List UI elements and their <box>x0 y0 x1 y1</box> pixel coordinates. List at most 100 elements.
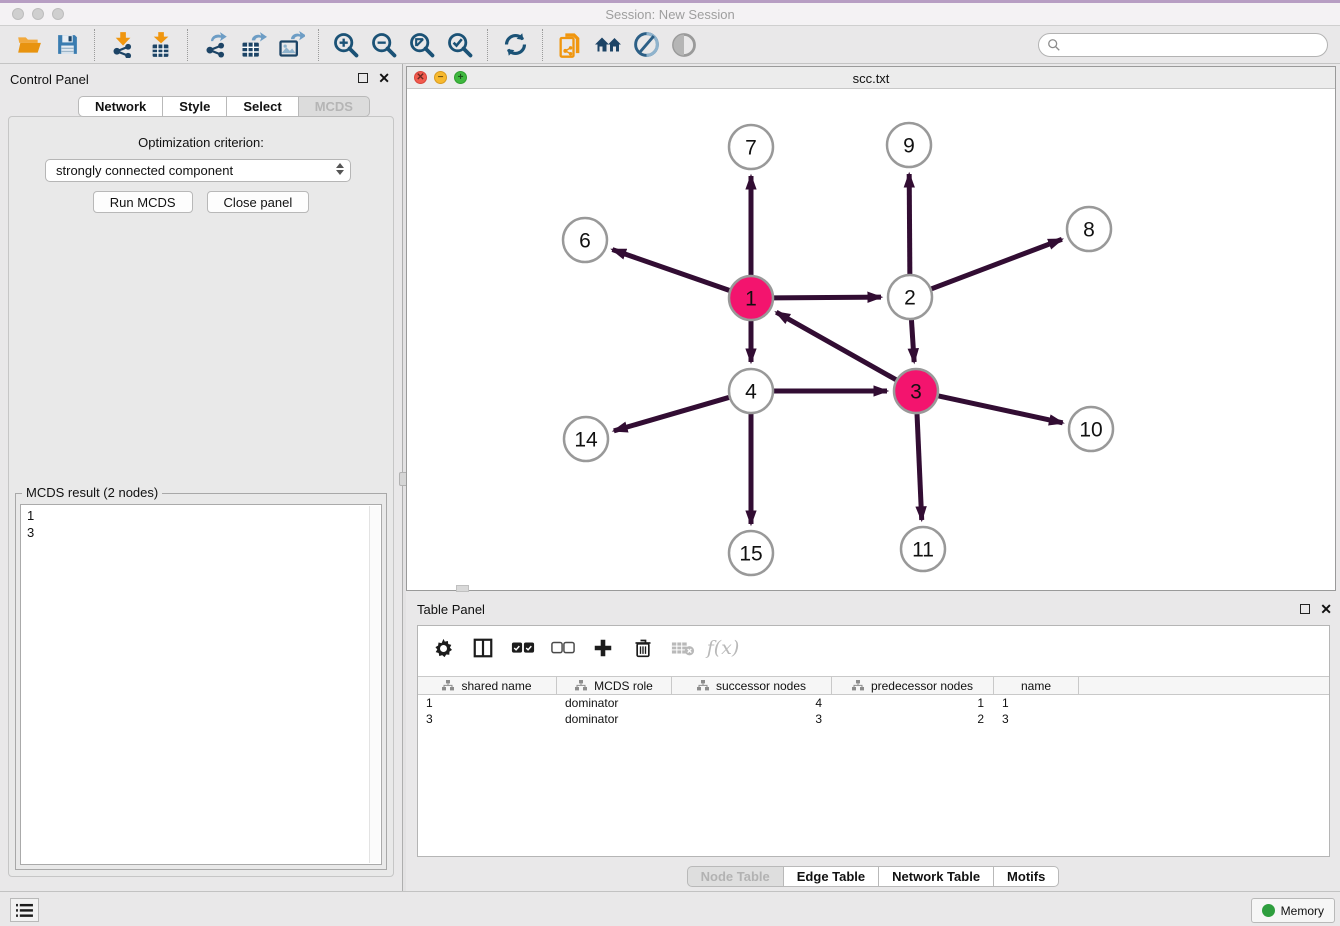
show-panel-button[interactable] <box>669 30 699 60</box>
toolbar-separator <box>542 29 543 61</box>
delete-column-button[interactable] <box>630 635 656 661</box>
close-panel-icon[interactable]: ✕ <box>378 71 390 85</box>
open-session-button[interactable] <box>14 30 44 60</box>
search-box[interactable] <box>1038 33 1328 57</box>
toolbar-separator <box>487 29 488 61</box>
hide-panel-button[interactable] <box>631 30 661 60</box>
table-panel-tabs: Node TableEdge TableNetwork TableMotifs <box>406 866 1340 887</box>
cell-predecessor-nodes[interactable]: 1 <box>832 695 994 711</box>
table-row[interactable]: 1dominator411 <box>418 695 1329 711</box>
edge-3-11[interactable] <box>917 414 922 520</box>
network-canvas[interactable]: 7968124314101511 <box>407 89 1335 590</box>
edge-2-8[interactable] <box>932 239 1062 289</box>
save-session-button[interactable] <box>52 30 82 60</box>
control-panel: Control Panel ✕ NetworkStyleSelectMCDS O… <box>0 64 402 891</box>
column-header-shared-name[interactable]: shared name <box>418 677 557 694</box>
table-toolbar: f(x) <box>418 626 1329 670</box>
table-settings-button[interactable] <box>430 635 456 661</box>
node-label-7: 7 <box>745 137 757 160</box>
export-network-icon <box>202 31 229 58</box>
edge-1-6[interactable] <box>612 250 729 291</box>
float-table-panel-icon[interactable] <box>1300 604 1310 614</box>
network-graph[interactable]: 7968124314101511 <box>407 89 1335 590</box>
add-column-button[interactable] <box>590 635 616 661</box>
cell-name[interactable]: 1 <box>994 695 1079 711</box>
node-label-6: 6 <box>579 230 591 253</box>
network-window-titlebar[interactable]: ✕ − + scc.txt <box>407 67 1335 89</box>
import-network-icon <box>109 31 136 58</box>
edge-4-14[interactable] <box>614 397 729 430</box>
cell-successor-nodes[interactable]: 3 <box>672 711 832 727</box>
tab-network[interactable]: Network <box>78 96 162 117</box>
optimization-criterion-select[interactable]: strongly connected component <box>45 159 351 182</box>
column-header-predecessor-nodes[interactable]: predecessor nodes <box>832 677 994 694</box>
edge-3-1[interactable] <box>776 312 896 379</box>
memory-button[interactable]: Memory <box>1251 898 1335 923</box>
tab-mcds[interactable]: MCDS <box>298 96 370 117</box>
zoom-selected-button[interactable] <box>445 30 475 60</box>
column-header-mcds-role[interactable]: MCDS role <box>557 677 672 694</box>
result-line: 3 <box>27 524 375 541</box>
horizontal-splitter-grip[interactable] <box>456 585 469 592</box>
export-network-button[interactable] <box>200 30 230 60</box>
delete-table-button[interactable] <box>670 635 696 661</box>
cell-successor-nodes[interactable]: 4 <box>672 695 832 711</box>
tab-edge-table[interactable]: Edge Table <box>783 866 878 887</box>
float-panel-icon[interactable] <box>358 73 368 83</box>
main-area: Control Panel ✕ NetworkStyleSelectMCDS O… <box>0 64 1340 891</box>
zoom-fit-button[interactable] <box>407 30 437 60</box>
zoom-fit-icon <box>408 31 436 59</box>
split-columns-button[interactable] <box>470 635 496 661</box>
column-header-successor-nodes[interactable]: successor nodes <box>672 677 832 694</box>
edge-2-9[interactable] <box>909 174 910 274</box>
column-header-label: name <box>1021 679 1051 693</box>
function-builder-button[interactable]: f(x) <box>710 635 736 661</box>
tab-select[interactable]: Select <box>226 96 297 117</box>
run-mcds-button[interactable]: Run MCDS <box>93 191 193 213</box>
export-table-button[interactable] <box>238 30 268 60</box>
export-image-button[interactable] <box>276 30 306 60</box>
checked-boxes-icon <box>511 636 535 660</box>
apply-layout-button[interactable] <box>500 30 530 60</box>
control-panel-title: Control Panel <box>10 72 89 87</box>
select-stepper-icon <box>336 163 344 175</box>
table-body: 1dominator4113dominator323 <box>418 695 1329 727</box>
table-row[interactable]: 3dominator323 <box>418 711 1329 727</box>
close-panel-button[interactable]: Close panel <box>207 191 310 213</box>
mcds-result-textarea[interactable]: 13 <box>20 504 382 865</box>
select-all-columns-button[interactable] <box>510 635 536 661</box>
tab-node-table[interactable]: Node Table <box>687 866 783 887</box>
cell-name[interactable]: 3 <box>994 711 1079 727</box>
clone-network-button[interactable] <box>555 30 585 60</box>
edge-1-2[interactable] <box>774 297 881 298</box>
result-scrollbar[interactable] <box>369 506 380 863</box>
table-container: f(x) shared nameMCDS rolesuccessor nodes… <box>417 625 1330 857</box>
cell-shared-name[interactable]: 1 <box>418 695 557 711</box>
cell-mcds-role[interactable]: dominator <box>557 711 672 727</box>
eye-slash-icon <box>632 30 661 59</box>
node-table[interactable]: shared nameMCDS rolesuccessor nodesprede… <box>418 676 1329 856</box>
zoom-out-button[interactable] <box>369 30 399 60</box>
cell-mcds-role[interactable]: dominator <box>557 695 672 711</box>
result-line: 1 <box>27 507 375 524</box>
edge-2-3[interactable] <box>911 320 914 362</box>
zoom-in-button[interactable] <box>331 30 361 60</box>
import-network-button[interactable] <box>107 30 137 60</box>
cell-predecessor-nodes[interactable]: 2 <box>832 711 994 727</box>
home-button[interactable] <box>593 30 623 60</box>
tab-motifs[interactable]: Motifs <box>993 866 1059 887</box>
status-bar: Memory <box>0 891 1340 926</box>
application-window: Session: New Session <box>0 0 1340 926</box>
tab-style[interactable]: Style <box>162 96 226 117</box>
task-history-button[interactable] <box>10 898 39 922</box>
deselect-all-columns-button[interactable] <box>550 635 576 661</box>
save-icon <box>55 32 80 57</box>
column-header-name[interactable]: name <box>994 677 1079 694</box>
search-input[interactable] <box>1065 35 1327 55</box>
close-table-panel-icon[interactable]: ✕ <box>1320 602 1332 616</box>
tab-network-table[interactable]: Network Table <box>878 866 993 887</box>
edge-3-10[interactable] <box>938 396 1062 423</box>
cell-shared-name[interactable]: 3 <box>418 711 557 727</box>
import-table-button[interactable] <box>145 30 175 60</box>
zoom-in-icon <box>332 31 360 59</box>
